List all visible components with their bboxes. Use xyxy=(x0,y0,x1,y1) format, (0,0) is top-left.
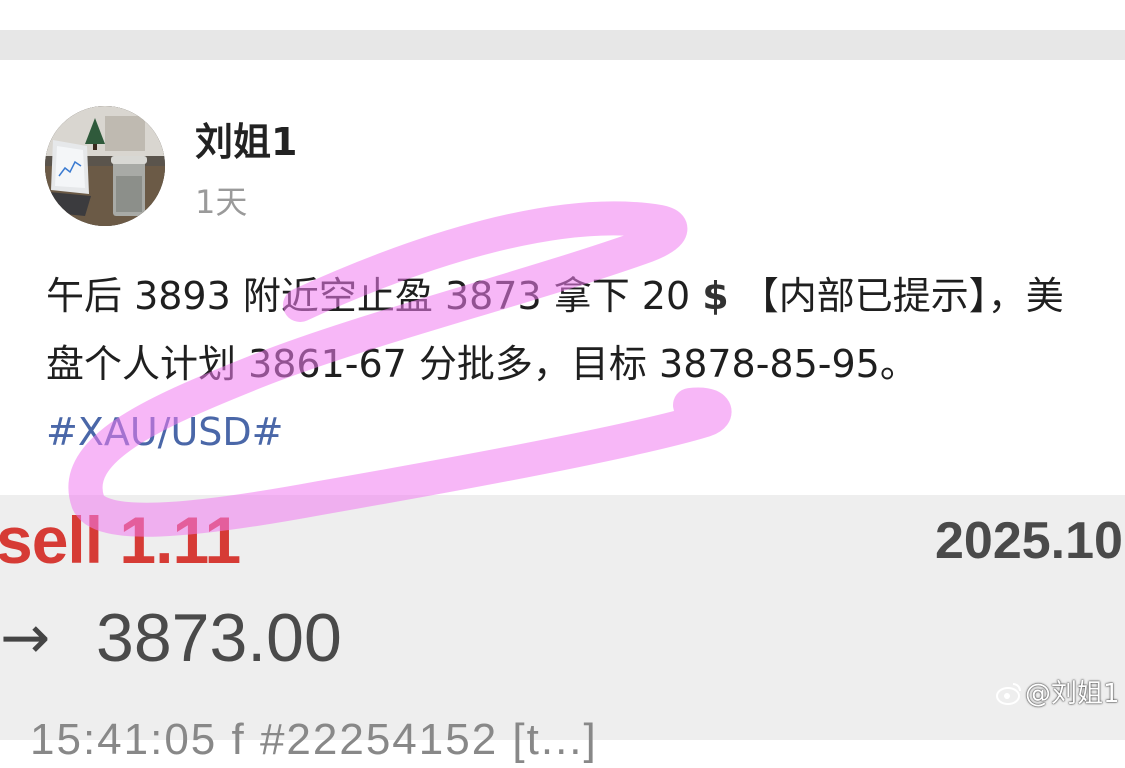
weibo-logo-icon xyxy=(996,683,1021,705)
close-price: 3873.00 xyxy=(96,600,342,676)
top-strip xyxy=(0,0,1125,30)
feed-divider xyxy=(0,30,1125,60)
trade-detail-line: 15:41:05 f #22254152 [t...] xyxy=(30,715,598,764)
trade-date: 2025.10 xyxy=(935,512,1123,570)
avatar-photo xyxy=(45,106,165,226)
username[interactable]: 刘姐1 xyxy=(195,118,297,166)
arrow-right-icon: → xyxy=(0,603,51,673)
avatar[interactable] xyxy=(45,106,165,226)
hashtag-link[interactable]: #XAU/USD# xyxy=(46,410,284,454)
post-time: 1天 xyxy=(195,183,248,221)
watermark-text: @刘姐1 xyxy=(1025,679,1120,709)
watermark: @刘姐1 xyxy=(995,676,1120,712)
dollar-icon: $ xyxy=(702,274,729,318)
trade-type-label: sell 1.11 xyxy=(0,503,241,577)
post-text-part-1: 午后 3893 附近空止盈 3873 拿下 20 xyxy=(46,274,703,318)
post-text: 午后 3893 附近空止盈 3873 拿下 20 $ 【内部已提示】，美盘个人计… xyxy=(46,262,1086,466)
